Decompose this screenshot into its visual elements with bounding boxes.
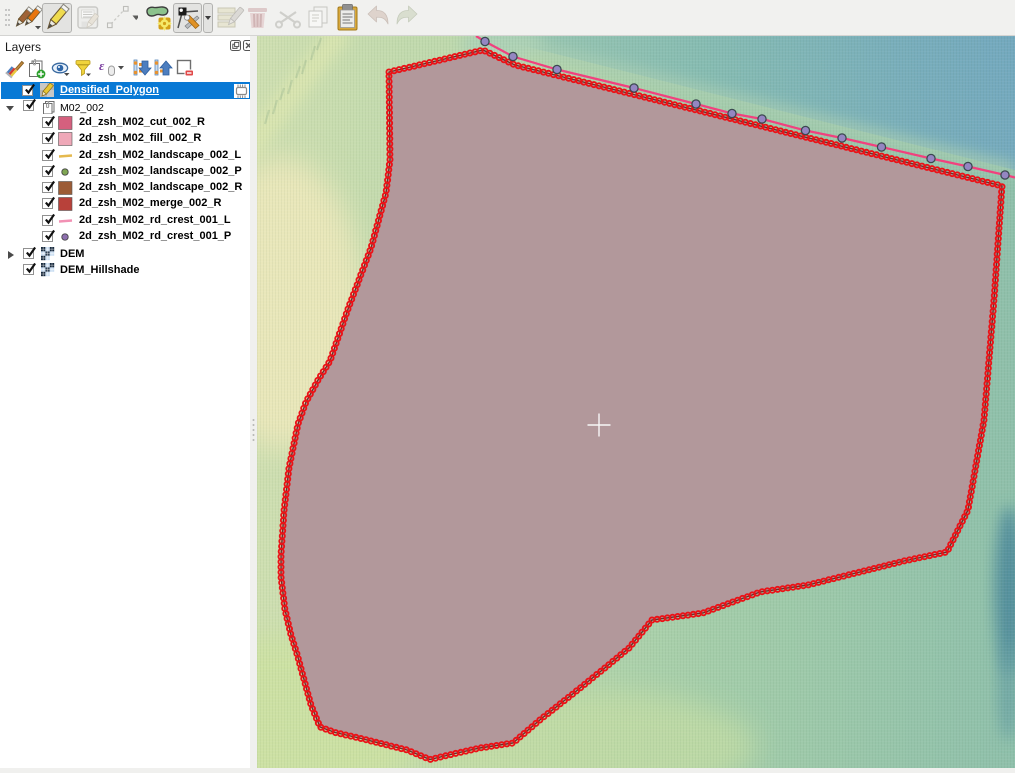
svg-text:ε: ε	[99, 58, 105, 73]
